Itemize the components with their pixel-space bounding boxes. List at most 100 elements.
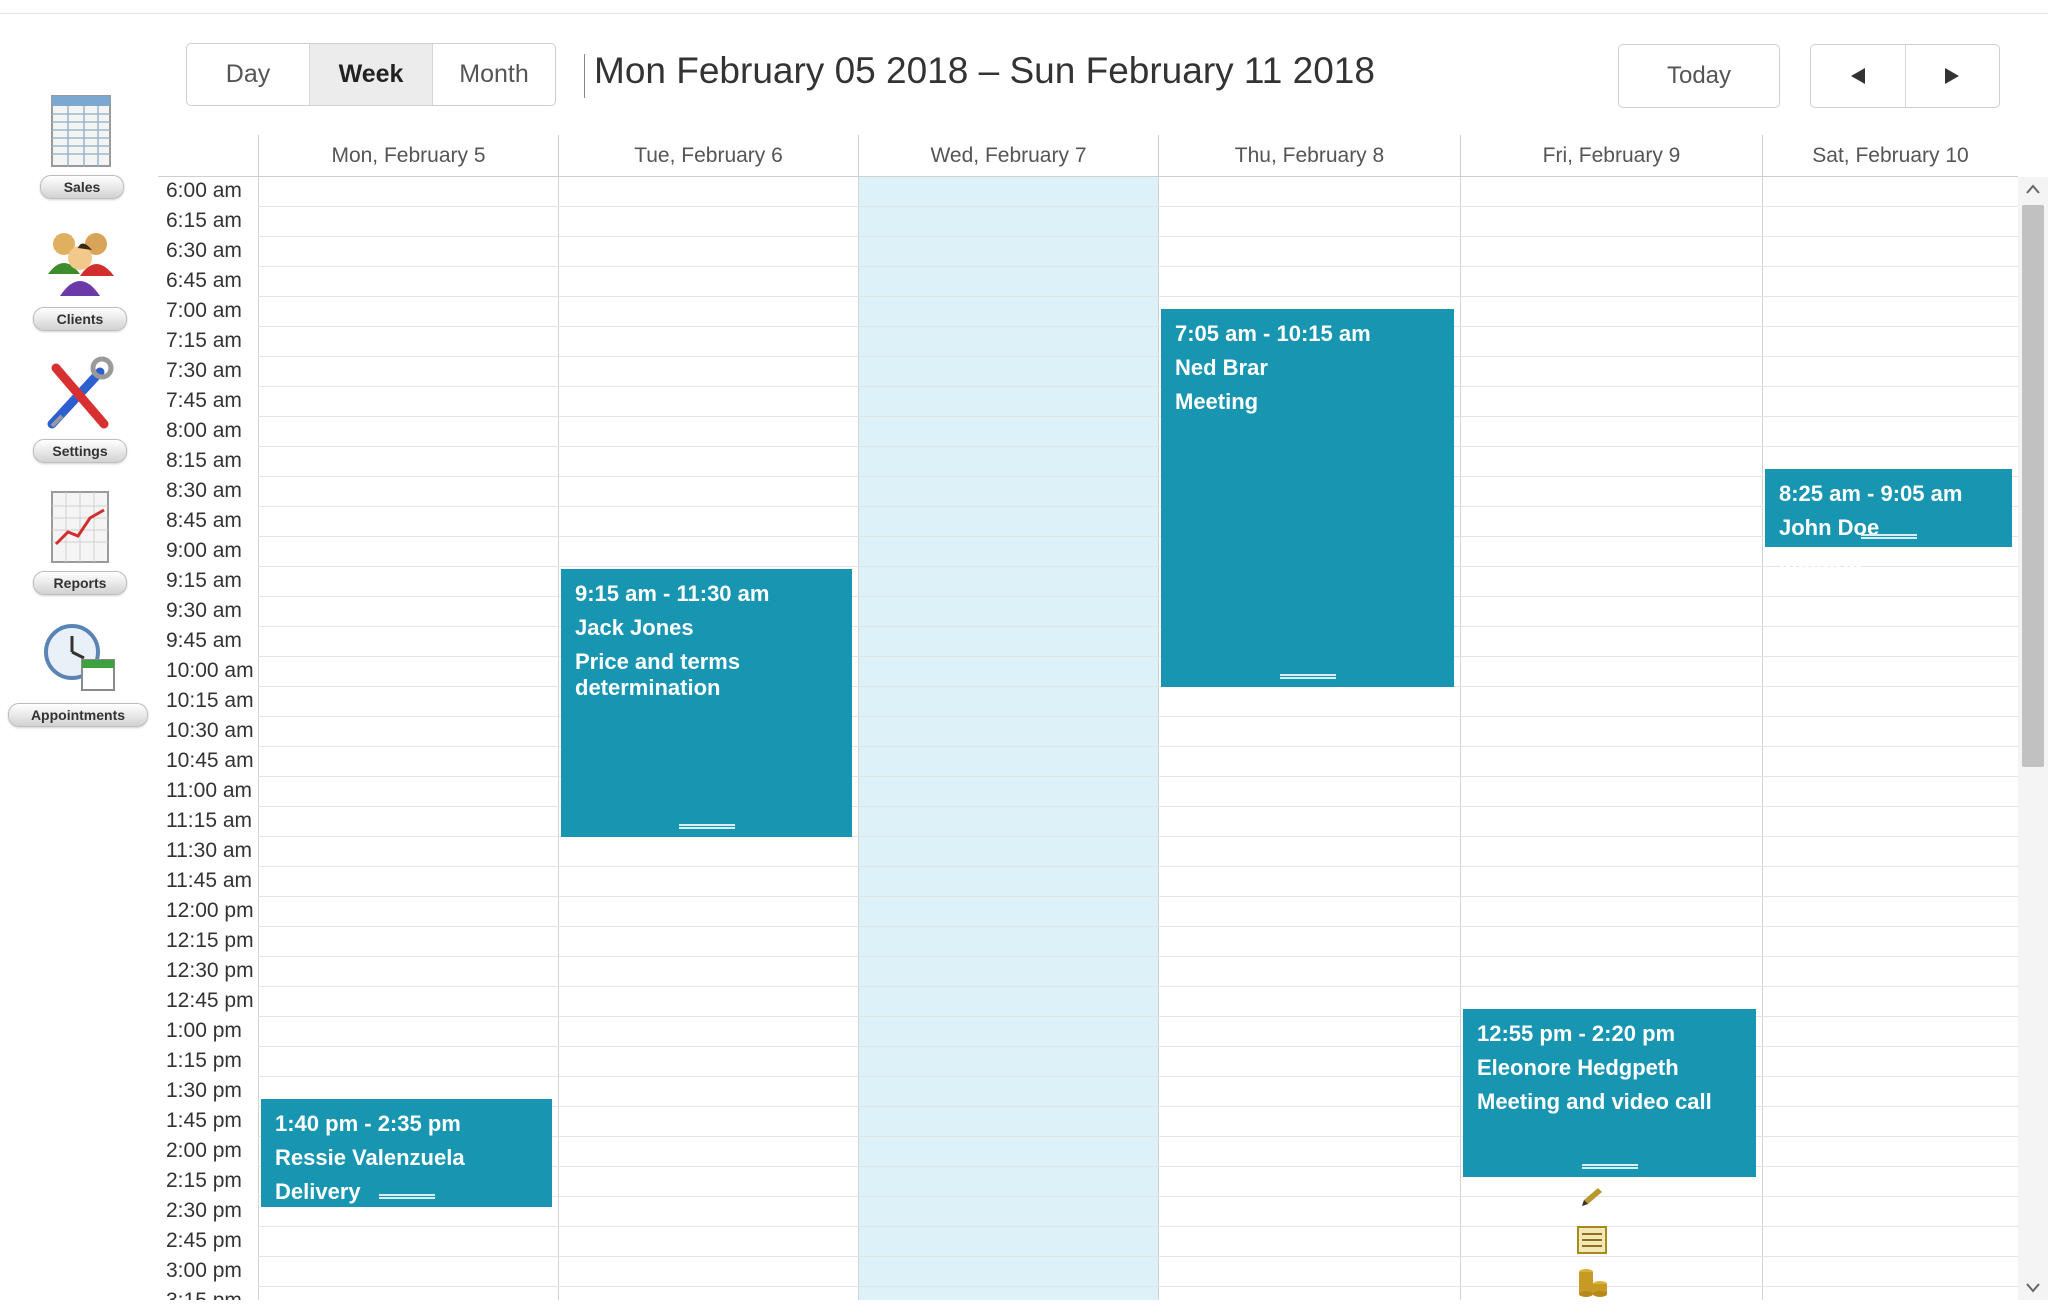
date-navigation (1810, 44, 2000, 108)
time-slot-label: 11:30 am (166, 839, 252, 862)
event-client: Ressie Valenzuela (275, 1145, 465, 1170)
date-range-title: Mon February 05 2018 – Sun February 11 2… (594, 50, 1375, 91)
next-week-button[interactable] (1904, 45, 2000, 107)
time-slot-label: 7:30 am (166, 359, 242, 382)
time-slot-label: 11:00 am (166, 779, 252, 802)
time-slot-label: 11:45 am (166, 869, 252, 892)
chevron-down-icon (2026, 1283, 2040, 1293)
event-card[interactable]: 7:05 am - 10:15 am Ned Brar Meeting (1161, 309, 1454, 687)
chevron-up-icon (2026, 184, 2040, 194)
time-slot-line (258, 1286, 2018, 1287)
event-action-toolbar (1574, 1182, 1614, 1300)
day-view-button[interactable]: Day (187, 44, 310, 105)
day-header[interactable]: Fri, February 9 (1460, 135, 1762, 177)
event-resize-handle[interactable] (1581, 1164, 1638, 1169)
left-triangle-icon (1850, 68, 1865, 84)
time-slot-line (258, 926, 2018, 927)
time-slot-line (258, 656, 2018, 657)
event-resize-handle[interactable] (1860, 534, 1917, 539)
time-slot-line (258, 416, 2018, 417)
time-slot-label: 8:45 am (166, 509, 242, 532)
scroll-up-button[interactable] (2018, 177, 2048, 201)
time-slot-line (258, 956, 2018, 957)
highlighted-day-column (858, 177, 1158, 1300)
previous-week-button[interactable] (1811, 45, 1905, 107)
event-time: 12:55 pm - 2:20 pm (1477, 1021, 1676, 1046)
scroll-thumb[interactable] (2022, 205, 2044, 767)
time-slot-line (258, 326, 2018, 327)
time-grid[interactable]: 3:15 pm 3:00 pm 2:45 pm 2:30 pm 2:15 pm 2:00 … (158, 177, 2018, 1300)
time-slot-line (258, 986, 2018, 987)
time-slot-label: 2:15 pm (166, 1169, 242, 1192)
day-column-divider (1762, 177, 1763, 1300)
event-client: Ned Brar (1175, 355, 1268, 380)
event-resize-handle[interactable] (1279, 674, 1336, 679)
title-separator (584, 54, 585, 98)
event-time: 7:05 am - 10:15 am (1175, 321, 1371, 346)
time-slot-line (258, 686, 2018, 687)
time-slot-line (258, 356, 2018, 357)
event-resize-handle[interactable] (378, 1194, 435, 1199)
time-slot-line (258, 566, 2018, 567)
day-header[interactable]: Mon, February 5 (258, 135, 558, 177)
event-title: Price and terms determination (575, 649, 741, 700)
time-slot-line (258, 1226, 2018, 1227)
time-slot-label: 7:45 am (166, 389, 242, 412)
event-time: 9:15 am - 11:30 am (575, 581, 770, 606)
event-card[interactable]: 12:55 pm - 2:20 pm Eleonore Hedgpeth Meeti… (1463, 1009, 1756, 1177)
time-slot-label: 8:30 am (166, 479, 242, 502)
payment-coins-icon[interactable] (1574, 1266, 1610, 1298)
time-slot-label: 3:15 pm (166, 1289, 262, 1300)
event-title: Meeting (1175, 389, 1259, 414)
time-slot-line (258, 296, 2018, 297)
time-slot-line (258, 476, 2018, 477)
time-slot-label: 9:30 am (166, 599, 242, 622)
event-client: Eleonore Hedgpeth (1477, 1055, 1679, 1080)
time-slot-label: 6:30 am (166, 239, 242, 262)
today-button[interactable]: Today (1618, 44, 1780, 108)
top-divider (0, 13, 2048, 14)
time-slot-label: 12:15 pm (166, 929, 254, 952)
day-header[interactable]: Wed, February 7 (858, 135, 1158, 177)
event-time: 1:40 pm - 2:35 pm (275, 1111, 461, 1136)
edit-pencil-icon[interactable] (1574, 1182, 1610, 1214)
vertical-scrollbar[interactable] (2018, 177, 2048, 1300)
time-slot-label: 10:00 am (166, 659, 254, 682)
time-slot-label: 1:45 pm (166, 1109, 242, 1132)
day-column-divider (1460, 177, 1461, 1300)
time-slot-line (258, 746, 2018, 747)
event-resize-handle[interactable] (678, 824, 735, 829)
time-slot-line (258, 506, 2018, 507)
time-slot-label: 7:00 am (166, 299, 242, 322)
event-card[interactable]: 8:25 am - 9:05 am John Doe Meeting (1765, 469, 2012, 574)
time-slot-label: 10:45 am (166, 749, 254, 772)
time-slot-line (258, 776, 2018, 777)
time-slot-label: 7:15 am (166, 329, 242, 352)
time-slot-line (258, 836, 2018, 837)
month-view-button[interactable]: Month (433, 44, 555, 105)
time-slot-label: 10:30 am (166, 719, 254, 742)
view-switcher: Day Week Month (186, 43, 556, 106)
time-slot-label: 10:15 am (166, 689, 254, 712)
time-slot-label: 2:30 pm (166, 1199, 242, 1222)
time-slot-label: 9:00 am (166, 539, 242, 562)
event-card[interactable]: 9:15 am - 11:30 am Jack Jones Price and te… (561, 569, 852, 837)
scroll-down-button[interactable] (2018, 1276, 2048, 1300)
day-header[interactable]: Thu, February 8 (1158, 135, 1460, 177)
time-slot-label: 2:45 pm (166, 1229, 242, 1252)
event-time: 8:25 am - 9:05 am (1779, 481, 1963, 506)
event-title: Meeting (1779, 549, 1863, 574)
event-card[interactable]: 1:40 pm - 2:35 pm Ressie Valenzuela Delive… (261, 1099, 552, 1207)
time-slot-label: 6:15 am (166, 209, 242, 232)
day-header[interactable]: Tue, February 6 (558, 135, 858, 177)
time-slot-label: 11:15 am (166, 809, 252, 832)
event-title: Delivery (275, 1179, 361, 1204)
notes-list-icon[interactable] (1574, 1224, 1610, 1256)
week-view-button[interactable]: Week (310, 44, 433, 105)
time-slot-label: 3:00 pm (166, 1259, 242, 1282)
day-column-divider (558, 177, 559, 1300)
time-slot-line (258, 596, 2018, 597)
time-slot-label: 1:30 pm (166, 1079, 242, 1102)
right-triangle-icon (1945, 68, 1960, 84)
day-header[interactable]: Sat, February 10 (1762, 135, 2018, 177)
